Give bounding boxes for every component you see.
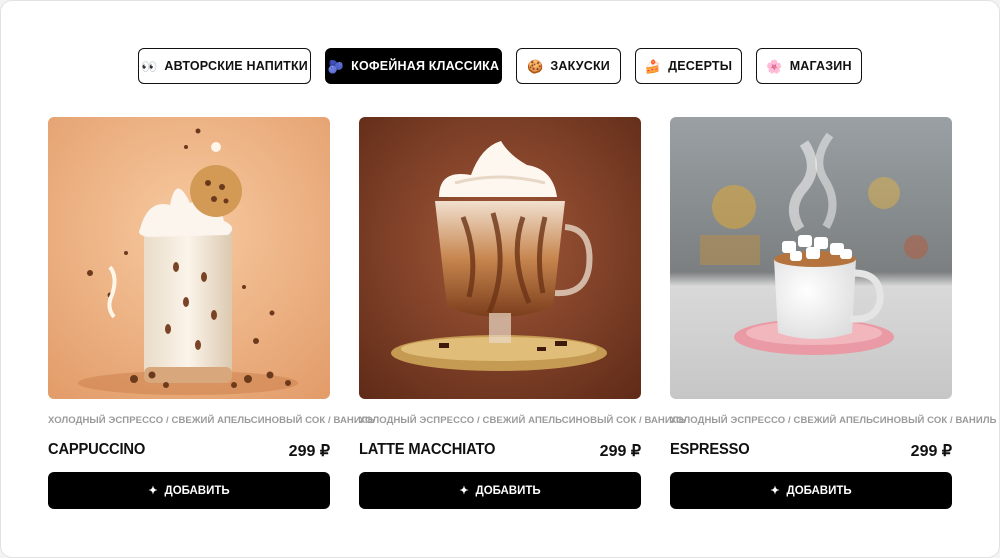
espresso-image [670,117,952,399]
product-price: 299 ₽ [910,443,952,460]
eyes-icon: 👀 [140,58,158,74]
product-ingredients: ХОЛОДНЫЙ ЭСПРЕССО / СВЕЖИЙ АПЕЛЬСИНОВЫЙ … [670,415,997,426]
add-to-cart-button[interactable]: ✦ ДОБАВИТЬ [670,472,952,509]
product-price: 299 ₽ [288,443,330,460]
category-tabs: 👀 АВТОРСКИЕ НАПИТКИ 🫐 КОФЕЙНАЯ КЛАССИКА … [0,48,1000,86]
product-card-cappuccino: ХОЛОДНЫЙ ЭСПРЕССО / СВЕЖИЙ АПЕЛЬСИНОВЫЙ … [48,117,375,511]
cookie-icon: 🍪 [526,58,544,74]
product-card-latte-macchiato: ХОЛОДНЫЙ ЭСПРЕССО / СВЕЖИЙ АПЕЛЬСИНОВЫЙ … [359,117,686,511]
tab-desserts[interactable]: 🍰 ДЕСЕРТЫ [635,48,742,84]
product-photo [359,117,641,399]
product-photo [48,117,330,399]
tab-label: МАГАЗИН [789,59,852,73]
tab-label: КОФЕЙНАЯ КЛАССИКА [351,59,500,73]
coffee-icon: 🫐 [327,58,345,74]
add-to-cart-button[interactable]: ✦ ДОБАВИТЬ [359,472,641,509]
sparkle-icon: ✦ [148,485,158,497]
latte-macchiato-image [359,117,641,399]
product-photo [670,117,952,399]
product-name: ESPRESSO [670,441,750,458]
tab-author-drinks[interactable]: 👀 АВТОРСКИЕ НАПИТКИ [138,48,311,84]
add-to-cart-button[interactable]: ✦ ДОБАВИТЬ [48,472,330,509]
cake-icon: 🍰 [644,58,662,74]
add-button-label: ДОБАВИТЬ [475,484,541,497]
add-button-label: ДОБАВИТЬ [786,484,852,497]
flower-icon: 🌸 [766,58,783,74]
product-name: CAPPUCCINO [48,441,146,458]
tab-shop[interactable]: 🌸 МАГАЗИН [756,48,862,84]
product-name: LATTE MACCHIATO [359,441,496,458]
sparkle-icon: ✦ [459,485,469,497]
product-ingredients: ХОЛОДНЫЙ ЭСПРЕССО / СВЕЖИЙ АПЕЛЬСИНОВЫЙ … [359,415,686,426]
add-button-label: ДОБАВИТЬ [164,484,230,497]
tab-coffee-classics[interactable]: 🫐 КОФЕЙНАЯ КЛАССИКА [325,48,502,84]
tab-label: АВТОРСКИЕ НАПИТКИ [164,59,308,73]
cappuccino-image [48,117,330,399]
product-ingredients: ХОЛОДНЫЙ ЭСПРЕССО / СВЕЖИЙ АПЕЛЬСИНОВЫЙ … [48,415,375,426]
tab-snacks[interactable]: 🍪 ЗАКУСКИ [516,48,621,84]
product-card-espresso: ХОЛОДНЫЙ ЭСПРЕССО / СВЕЖИЙ АПЕЛЬСИНОВЫЙ … [670,117,997,511]
tab-label: ЗАКУСКИ [550,59,610,73]
product-price: 299 ₽ [599,443,641,460]
tab-label: ДЕСЕРТЫ [668,59,733,73]
sparkle-icon: ✦ [770,485,780,497]
